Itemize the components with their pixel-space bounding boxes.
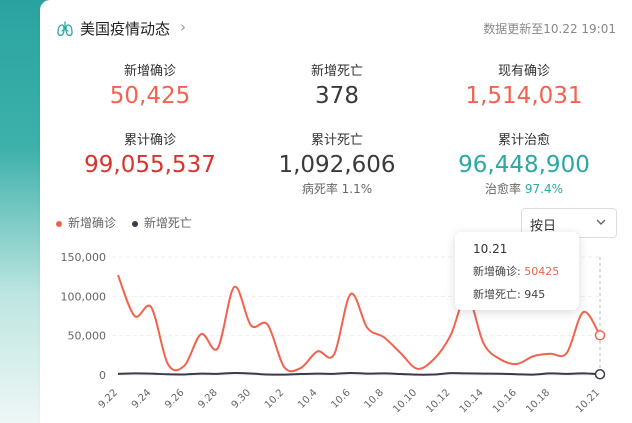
legend-dot <box>131 220 138 227</box>
fatality-rate-label: 病死率 <box>301 182 338 196</box>
tooltip-deaths-label: 新增死亡: <box>473 288 521 301</box>
chart-tooltip: 10.21 新增确诊: 50425 新增死亡: 945 <box>455 232 579 310</box>
lung-icon <box>56 20 74 38</box>
stat-total-confirmed: 累计确诊 99,055,537 <box>60 129 240 178</box>
stat-value: 99,055,537 <box>84 152 216 178</box>
x-tick-label: 9.24 <box>130 387 154 411</box>
fatality-rate-value: 1.1% <box>341 182 373 196</box>
x-tick-label: 10.12 <box>425 387 453 415</box>
cure-rate-value: 97.4% <box>524 182 563 196</box>
legend-dot <box>56 220 62 227</box>
stat-new-deaths: 新增死亡 378 <box>247 60 427 109</box>
y-tick-label: 100,000 <box>61 290 107 303</box>
stat-label: 累计确诊 <box>123 133 176 148</box>
tooltip-date: 10.21 <box>473 242 508 256</box>
stat-current-confirmed: 现有确诊 1,514,031 <box>434 60 614 109</box>
stat-label: 累计死亡 <box>310 133 363 148</box>
legend-label: 新增确诊 <box>68 216 117 230</box>
tooltip-deaths-value: 945 <box>524 288 546 301</box>
series-end-point <box>594 330 606 341</box>
stat-value: 96,448,900 <box>458 152 590 178</box>
chevron-right-icon[interactable]: › <box>180 18 186 36</box>
stat-value: 50,425 <box>109 83 191 109</box>
stat-total-cured: 累计治愈 96,448,900 治愈率 97.4% <box>434 129 614 197</box>
x-tick-label: 10.8 <box>363 387 387 411</box>
stat-label: 新增确诊 <box>123 64 176 79</box>
x-tick-label: 10.18 <box>524 387 552 415</box>
legend-label: 新增死亡 <box>143 216 192 230</box>
x-tick-label: 10.2 <box>263 387 287 411</box>
cure-rate: 治愈率 97.4% <box>434 180 614 197</box>
tooltip-confirmed-value: 50425 <box>524 265 560 278</box>
series-line-deaths <box>117 371 601 376</box>
legend-item-confirmed[interactable]: 新增确诊 <box>56 214 116 231</box>
cure-rate-label: 治愈率 <box>485 182 522 196</box>
x-tick-label: 10.21 <box>574 387 602 415</box>
y-tick-label: 150,000 <box>61 251 107 264</box>
stat-new-confirmed: 新增确诊 50,425 <box>60 60 240 109</box>
stat-label: 现有确诊 <box>497 64 550 79</box>
stat-label: 累计治愈 <box>497 133 550 148</box>
y-tick-label: 0 <box>99 369 106 382</box>
card-title: 美国疫情动态 <box>80 20 171 38</box>
stat-label: 新增死亡 <box>310 64 363 79</box>
x-tick-label: 9.28 <box>196 387 220 411</box>
legend-item-deaths[interactable]: 新增死亡 <box>131 214 192 231</box>
stat-value: 1,514,031 <box>465 83 583 109</box>
tooltip-confirmed: 新增确诊: 50425 <box>473 263 579 279</box>
fatality-rate: 病死率 1.1% <box>247 180 427 197</box>
epidemic-card: 美国疫情动态 › 数据更新至10.22 19:01 新增确诊 50,425 新增… <box>40 0 632 423</box>
tooltip-confirmed-label: 新增确诊: <box>473 265 521 278</box>
x-tick-label: 9.30 <box>230 387 254 411</box>
y-tick-label: 50,000 <box>68 330 107 343</box>
chart-legend: 新增确诊 新增死亡 <box>56 214 204 231</box>
x-tick-label: 10.6 <box>329 387 353 411</box>
stat-value: 378 <box>315 83 359 109</box>
x-tick-label: 9.26 <box>163 387 187 411</box>
x-tick-label: 10.10 <box>391 387 419 415</box>
stat-total-deaths: 累计死亡 1,092,606 病死率 1.1% <box>247 129 427 197</box>
x-tick-label: 9.22 <box>97 387 121 411</box>
tooltip-deaths: 新增死亡: 945 <box>473 286 579 302</box>
series-end-point <box>594 369 606 380</box>
x-tick-label: 10.4 <box>296 387 320 411</box>
x-tick-label: 10.16 <box>491 387 519 415</box>
x-tick-label: 10.14 <box>458 387 486 415</box>
chevron-down-icon <box>594 215 608 229</box>
update-time: 数据更新至10.22 19:01 <box>483 22 616 36</box>
card-header[interactable]: 美国疫情动态 › 数据更新至10.22 19:01 <box>56 18 616 40</box>
stat-value: 1,092,606 <box>278 152 396 178</box>
